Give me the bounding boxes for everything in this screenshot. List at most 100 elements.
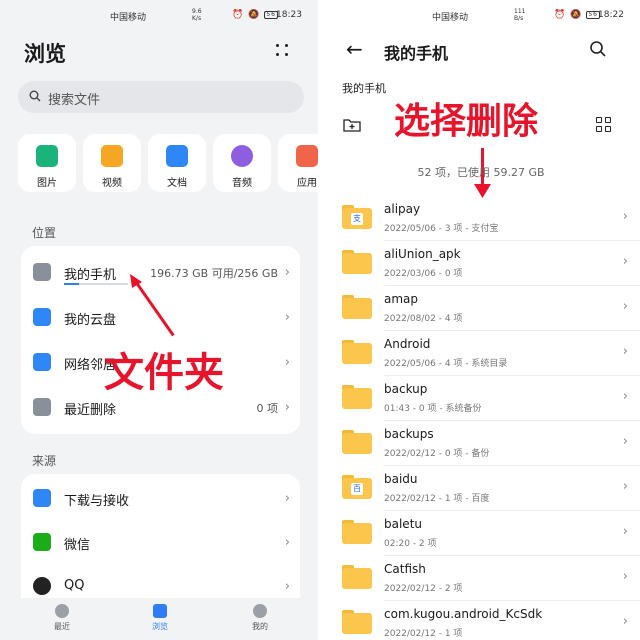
clock: 18:23 <box>276 10 302 20</box>
file-name: com.kugou.android_KcSdk <box>384 607 543 621</box>
file-meta: 2022/05/06 - 4 项 - 系统目录 <box>384 359 508 369</box>
breadcrumb[interactable]: 我的手机 <box>342 80 386 96</box>
chevron-right-icon: › <box>622 479 628 494</box>
search-icon[interactable] <box>589 40 607 58</box>
chevron-right-icon: › <box>622 209 628 224</box>
new-folder-icon[interactable] <box>343 117 361 132</box>
clock-icon <box>55 604 69 618</box>
storage-progress <box>64 283 128 285</box>
file-row[interactable]: amap 2022/08/02 - 4 项 › <box>322 286 640 331</box>
qq-icon <box>33 577 51 595</box>
folder-icon: 百 <box>342 475 372 499</box>
tab-me[interactable]: 我的 <box>230 604 290 632</box>
chevron-right-icon: › <box>622 344 628 359</box>
tab-recent[interactable]: 最近 <box>32 604 92 632</box>
alipay-badge-icon: 支 <box>351 213 363 225</box>
annotation-arrowhead <box>130 274 142 288</box>
trash-icon <box>33 398 51 416</box>
file-row[interactable]: aliUnion_apk 2022/03/06 - 0 项 › <box>322 241 640 286</box>
carrier-label: 中国移动 <box>110 13 147 23</box>
baidu-badge-icon: 百 <box>351 483 363 495</box>
file-row[interactable]: 百 baidu 2022/02/12 - 1 项 - 百度 › <box>322 466 640 511</box>
file-meta: 01:43 - 0 项 - 系统备份 <box>384 404 482 414</box>
folder-icon <box>342 610 372 634</box>
status-bar: 中国移动 111 B/s ⏰ 🔕 56 18:22 <box>322 8 640 24</box>
network-speed: 9.6 K/s <box>192 8 202 22</box>
chevron-right-icon: › <box>622 524 628 539</box>
folder-icon: 支 <box>342 205 372 229</box>
search-icon <box>29 90 41 102</box>
category-videos[interactable]: 视频 <box>83 134 141 192</box>
category-audio[interactable]: 音频 <box>213 134 271 192</box>
status-bar: 中国移动 9.6 K/s ⏰ 🔕 56 18:23 <box>0 8 318 24</box>
file-row[interactable]: Android 2022/05/06 - 4 项 - 系统目录 › <box>322 331 640 376</box>
source-wechat[interactable]: 微信 › <box>21 520 300 564</box>
file-name: alipay <box>384 202 421 216</box>
file-name: backups <box>384 427 434 441</box>
annotation-select-delete: 选择删除 <box>394 101 539 142</box>
network-speed: 111 B/s <box>514 8 526 22</box>
chevron-right-icon: › <box>284 579 290 594</box>
folder-icon <box>342 565 372 589</box>
status-icons: ⏰ 🔕 56 <box>232 10 279 20</box>
folder-icon <box>342 430 372 454</box>
file-row[interactable]: backup 01:43 - 0 项 - 系统备份 › <box>322 376 640 421</box>
chevron-right-icon: › <box>284 310 290 325</box>
video-icon <box>101 145 123 167</box>
location-section-label: 位置 <box>32 226 57 240</box>
my-phone-screen: 中国移动 111 B/s ⏰ 🔕 56 18:22 ← 我的手机 我的手机 选择删… <box>322 0 640 640</box>
chevron-right-icon: › <box>284 400 290 415</box>
location-my-phone[interactable]: 我的手机 196.73 GB 可用/256 GB › <box>21 250 300 294</box>
folder-icon <box>342 340 372 364</box>
browse-screen: 中国移动 9.6 K/s ⏰ 🔕 56 18:23 浏览 搜索文件 图片 视频 文… <box>0 0 318 640</box>
chevron-right-icon: › <box>622 614 628 629</box>
category-apps[interactable]: 应用 <box>278 134 318 192</box>
file-meta: 2022/02/12 - 1 项 <box>384 629 463 639</box>
tab-browse[interactable]: 浏览 <box>130 604 190 632</box>
carrier-label: 中国移动 <box>432 13 469 23</box>
download-icon <box>33 489 51 507</box>
page-title: 我的手机 <box>384 44 449 63</box>
storage-value: 196.73 GB 可用/256 GB <box>150 267 278 280</box>
chevron-right-icon: › <box>622 434 628 449</box>
phone-icon <box>33 263 51 281</box>
file-meta: 02:20 - 2 项 <box>384 539 437 549</box>
chevron-right-icon: › <box>622 569 628 584</box>
category-documents[interactable]: 文档 <box>148 134 206 192</box>
file-meta: 2022/02/12 - 1 项 - 百度 <box>384 494 490 504</box>
folder-icon <box>342 385 372 409</box>
file-name: aliUnion_apk <box>384 247 461 261</box>
file-row[interactable]: com.kugou.android_KcSdk 2022/02/12 - 1 项 › <box>322 601 640 640</box>
chevron-right-icon: › <box>284 265 290 280</box>
network-icon <box>33 353 51 371</box>
grid-view-icon[interactable] <box>596 117 612 133</box>
more-options-icon[interactable] <box>272 40 292 60</box>
file-name: baletu <box>384 517 422 531</box>
file-row[interactable]: Catfish 2022/02/12 - 2 项 › <box>322 556 640 601</box>
app-icon <box>296 145 318 167</box>
folder-icon <box>153 604 167 618</box>
file-row[interactable]: 支 alipay 2022/05/06 - 3 项 - 支付宝 › <box>322 196 640 241</box>
folder-icon <box>342 295 372 319</box>
folder-icon <box>342 520 372 544</box>
category-images[interactable]: 图片 <box>18 134 76 192</box>
file-meta: 2022/08/02 - 4 项 <box>384 314 463 324</box>
chevron-right-icon: › <box>284 491 290 506</box>
chevron-right-icon: › <box>622 299 628 314</box>
sources-card: 下载与接收 › 微信 › QQ › <box>21 474 300 614</box>
file-name: Catfish <box>384 562 426 576</box>
clock: 18:22 <box>598 10 624 20</box>
wechat-icon <box>33 533 51 551</box>
chevron-right-icon: › <box>284 355 290 370</box>
file-row[interactable]: baletu 02:20 - 2 项 › <box>322 511 640 556</box>
file-row[interactable]: backups 2022/02/12 - 0 项 - 备份 › <box>322 421 640 466</box>
file-name: baidu <box>384 472 418 486</box>
file-meta: 2022/02/12 - 0 项 - 备份 <box>384 449 490 459</box>
source-downloads[interactable]: 下载与接收 › <box>21 476 300 520</box>
document-icon <box>166 145 188 167</box>
search-bar[interactable]: 搜索文件 <box>18 81 304 113</box>
folder-icon <box>342 250 372 274</box>
cloud-icon <box>33 308 51 326</box>
back-arrow-icon[interactable]: ← <box>346 38 368 60</box>
file-meta: 2022/05/06 - 3 项 - 支付宝 <box>384 224 499 234</box>
